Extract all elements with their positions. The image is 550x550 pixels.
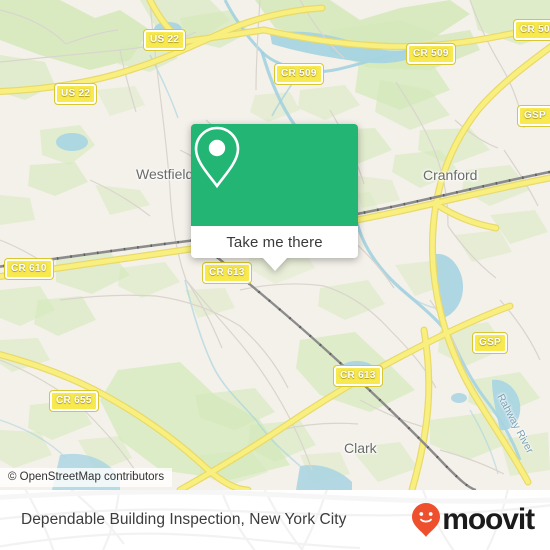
place-label-cranford: Cranford [423, 167, 478, 183]
road-shield-cr655[interactable]: CR 655 [49, 390, 99, 412]
popup-header [191, 124, 358, 226]
map-canvas[interactable]: Westfield Cranford Clark Rahway River US… [0, 0, 550, 490]
footer-page-title: Dependable Building Inspection, New York… [21, 511, 347, 528]
moovit-wordmark: moovit [442, 503, 535, 536]
place-label-clark: Clark [344, 440, 377, 456]
map-screenshot: Westfield Cranford Clark Rahway River US… [0, 0, 550, 550]
road-shield-cr610[interactable]: CR 610 [4, 258, 54, 280]
road-shield-gsp-a[interactable]: GSP [516, 105, 550, 127]
road-shield-cr509-c[interactable]: CR 509 [513, 19, 550, 41]
popup-tail [261, 257, 288, 271]
road-shield-cr509-a[interactable]: CR 509 [274, 63, 324, 85]
take-me-there-label: Take me there [226, 233, 323, 251]
road-shield-us22-b[interactable]: US 22 [53, 83, 98, 105]
road-shield-us22-a[interactable]: US 22 [142, 29, 187, 51]
osm-attribution[interactable]: © OpenStreetMap contributors [0, 468, 173, 487]
road-shield-cr613-b[interactable]: CR 613 [333, 365, 383, 387]
moovit-logo[interactable]: moovit [411, 502, 535, 538]
road-shield-gsp-b[interactable]: GSP [471, 332, 509, 354]
road-shield-cr613-a[interactable]: CR 613 [202, 262, 252, 284]
road-shield-cr509-b[interactable]: CR 509 [406, 43, 456, 65]
place-label-westfield: Westfield [136, 166, 194, 182]
location-popup[interactable]: Take me there [191, 124, 358, 271]
footer-bar: Dependable Building Inspection, New York… [0, 490, 550, 550]
moovit-pin-smiley-icon [411, 502, 441, 538]
popup-action-bar[interactable]: Take me there [191, 226, 358, 271]
